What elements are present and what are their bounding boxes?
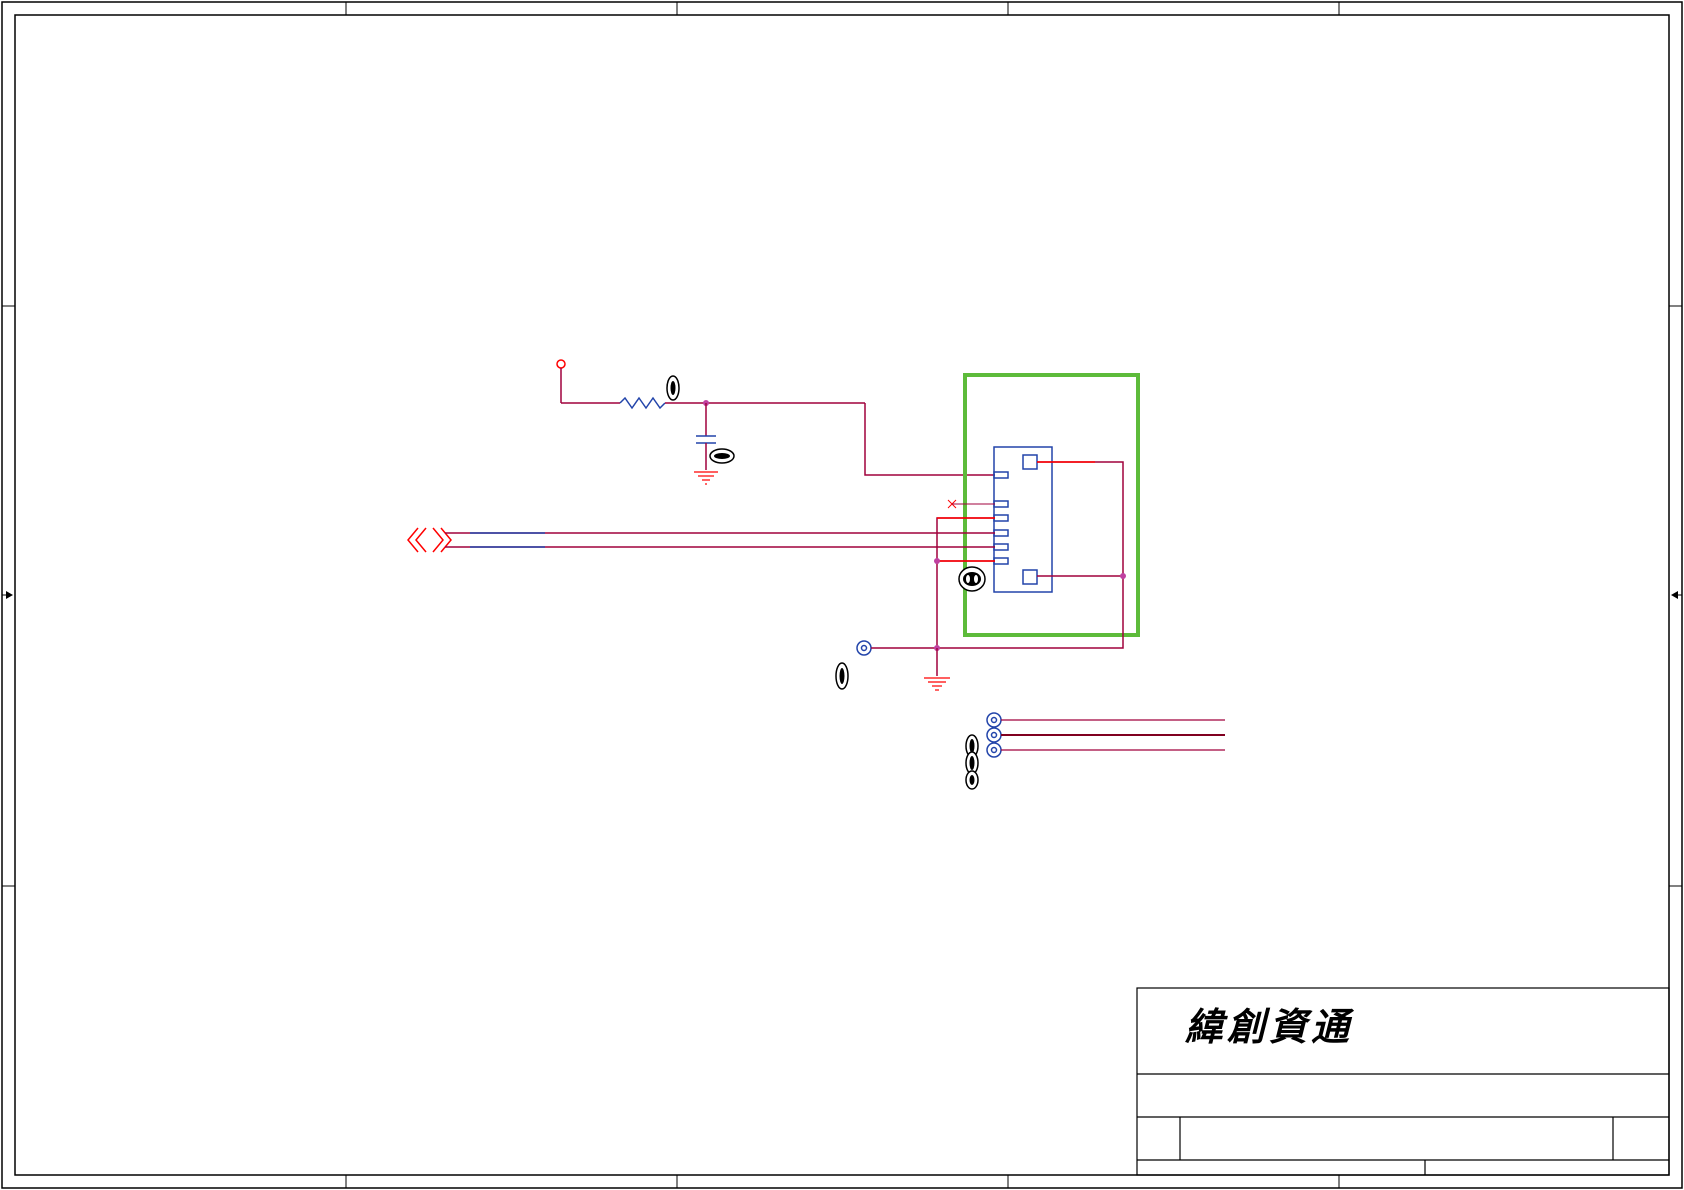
power-port-icon[interactable]: [556, 359, 566, 403]
sheet-border: [1, 1, 1683, 1189]
junction-dot: [934, 558, 940, 564]
schematic-sheet: 緯創資通: [1, 1, 1683, 1189]
center-arrow-icon: [2, 591, 1682, 599]
test-point-icon[interactable]: [856, 640, 872, 656]
ground-icon: [694, 471, 718, 485]
offpage-connector-icon[interactable]: [407, 527, 452, 553]
designator-blob: [666, 375, 680, 401]
resistor-icon[interactable]: [619, 396, 666, 410]
capacitor-icon[interactable]: [696, 435, 716, 444]
junction-dot: [1120, 573, 1126, 579]
ground-icon: [924, 677, 950, 691]
connector-icon[interactable]: [993, 446, 1053, 593]
test-point-icon[interactable]: [986, 712, 1002, 758]
designator-blob: [958, 566, 986, 592]
net-wire: [864, 403, 995, 476]
designator-blob: [709, 448, 735, 464]
company-logo: 緯創資通: [1185, 1004, 1355, 1049]
designator-blob: [835, 662, 849, 690]
designator-blob: [965, 734, 979, 790]
zone-markers: [2, 2, 1682, 1188]
